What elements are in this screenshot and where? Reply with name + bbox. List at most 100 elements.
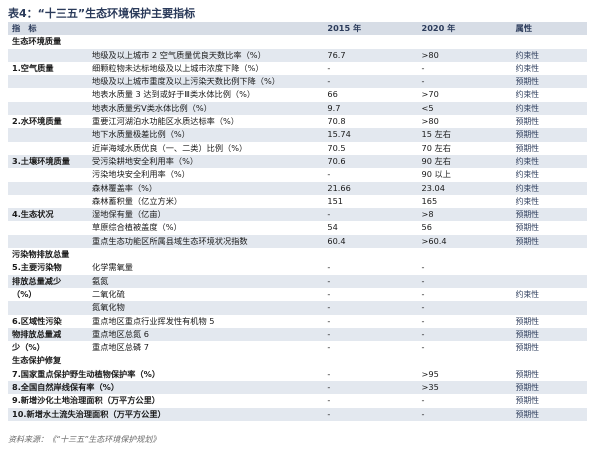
table-row: 6.区域性污染 重点地区重点行业挥发性有机物 5- - 预期性 — [8, 314, 587, 328]
attribute-cell: 预期性 — [511, 115, 587, 129]
value-2020: >70 — [417, 88, 512, 102]
category-cell — [8, 48, 89, 62]
category-cell: 排放总量减少 — [8, 274, 89, 288]
attribute-cell: 预期性 — [511, 128, 587, 142]
value-2020: - — [417, 301, 512, 315]
category-cell: 少（%） — [8, 341, 89, 355]
value-2020: - — [417, 394, 512, 408]
value-2020: <5 — [417, 101, 512, 116]
indicator-name: 地表水质量 3 达到或好于Ⅲ类水体比例（%） — [88, 88, 324, 102]
value-2020: >60.4 — [417, 234, 512, 249]
value-2020: 90 左右 — [417, 154, 512, 169]
indicator-name: 草原综合植被盖度（%） — [88, 221, 324, 235]
table-row: 地级及以上城市 2 空气质量优良天数比率（%） 76.7 >80 约束性 — [8, 48, 587, 62]
value-2015: 15.74 — [323, 128, 418, 142]
table-row: （%） 二氧化硫 - - 约束性 — [8, 287, 587, 302]
value-2015: - — [323, 341, 418, 355]
table-row: 地级及以上城市重度及以上污染天数比例下降（%） - - 预期性 — [8, 75, 587, 89]
section-heading: 生态保护修复 — [8, 354, 587, 368]
indicator-table: 指 标 2015 年 2020 年属性 生态环境质量 地级及以上城市 2 空气质量优良天… — [8, 22, 587, 421]
value-2015: 21.66 — [323, 181, 418, 195]
value-2020: 70 左右 — [417, 141, 512, 155]
attribute-cell: 预期性 — [511, 221, 587, 235]
category-cell: 4.生态状况 — [8, 208, 89, 222]
attribute-cell: 约束性 — [511, 48, 587, 62]
table-row: 地表水质量 3 达到或好于Ⅲ类水体比例（%） 66 >70 约束性 — [8, 88, 587, 102]
indicator-name: 化学需氧量 — [88, 261, 324, 275]
value-2015: - — [323, 407, 418, 421]
attribute-cell — [511, 261, 587, 275]
indicator-name: 氨氮 — [88, 274, 324, 288]
header-2015: 2015 年 — [323, 22, 418, 36]
value-2020: 56 — [417, 221, 512, 235]
category-cell: （%） — [8, 287, 89, 302]
attribute-cell: 预期性 — [511, 367, 587, 382]
table-row: 生态保护修复 — [8, 354, 587, 368]
attribute-cell: 预期性 — [511, 234, 587, 249]
category-cell — [8, 101, 89, 116]
indicator-name: 重点地区重点行业挥发性有机物 5 — [88, 314, 324, 328]
attribute-cell — [511, 301, 587, 315]
table-row: 7.国家重点保护野生动植物保护率（%） - >95 预期性 — [8, 367, 587, 382]
value-2015: 66 — [323, 88, 418, 102]
category-cell — [8, 128, 89, 142]
category-cell — [8, 141, 89, 155]
table-row: 指 标 2015 年 2020 年属性 — [8, 22, 587, 36]
table-row: 氮氧化物 - - — [8, 301, 587, 315]
category-cell — [8, 194, 89, 209]
table-row: 生态环境质量 — [8, 35, 587, 49]
category-cell — [8, 75, 89, 89]
table-row: 森林蓄积量（亿立方米） 151 165 约束性 — [8, 194, 587, 209]
value-2015: 70.5 — [323, 141, 418, 155]
attribute-cell: 约束性 — [511, 194, 587, 209]
value-2020: >35 — [417, 381, 512, 395]
attribute-cell: 预期性 — [511, 327, 587, 342]
value-2015: - — [323, 327, 418, 342]
value-2020: 90 以上 — [417, 168, 512, 182]
indicator-name: 森林蓄积量（亿立方米） — [88, 194, 324, 209]
header-indicator: 指 标 — [8, 22, 324, 36]
indicator-name: 重点地区总磷 7 — [88, 341, 324, 355]
value-2020: - — [417, 261, 512, 275]
indicator-name: 地表水质量劣Ⅴ类水体比例（%） — [88, 101, 324, 116]
table-row: 草原综合植被盖度（%） 54 56 预期性 — [8, 221, 587, 235]
attribute-cell: 约束性 — [511, 168, 587, 182]
table-row: 地表水质量劣Ⅴ类水体比例（%） 9.7 <5 约束性 — [8, 101, 587, 116]
table-row: 地下水质量极差比例（%） 15.74 15 左右 预期性 — [8, 128, 587, 142]
table-row: 8.全国自然岸线保有率（%） - >35 预期性 — [8, 381, 587, 395]
attribute-cell: 预期性 — [511, 208, 587, 222]
table-row: 排放总量减少 氨氮 - - — [8, 274, 587, 288]
value-2020: >80 — [417, 115, 512, 129]
table-row: 污染地块安全利用率（%） -90 以上 约束性 — [8, 168, 587, 182]
table-row: 4.生态状况 湿地保有量（亿亩） - >8 预期性 — [8, 208, 587, 222]
category-cell: 3.土壤环境质量 — [8, 154, 89, 169]
table-row: 1.空气质量 细颗粒物未达标地级及以上城市浓度下降（%） - - 约束性 — [8, 61, 587, 76]
value-2015: - — [323, 287, 418, 302]
attribute-cell: 预期性 — [511, 394, 587, 408]
table-row: 9.新增沙化土地治理面积（万平方公里） - - 预期性 — [8, 394, 587, 408]
table-row: 污染物排放总量 — [8, 248, 587, 262]
value-2015: - — [323, 261, 418, 275]
value-2015: 70.6 — [323, 154, 418, 169]
value-2020: >80 — [417, 48, 512, 62]
table-row: 2.水环境质量 重要江河湖泊水功能区水质达标率（%） 70.8 >80 预期性 — [8, 115, 587, 129]
value-2020: 15 左右 — [417, 128, 512, 142]
value-2015: - — [323, 394, 418, 408]
value-2020: >95 — [417, 367, 512, 382]
attribute-cell: 预期性 — [511, 407, 587, 421]
value-2020: - — [417, 327, 512, 342]
attribute-cell: 约束性 — [511, 88, 587, 102]
source-note: 资料来源：《“十三五”生态环境保护规划》 — [8, 435, 161, 444]
header-attribute: 属性 — [511, 22, 587, 36]
value-2015: - — [323, 367, 418, 382]
table-title: 表4：“十三五”生态环境保护主要指标 — [8, 7, 196, 20]
indicator-name: 地级及以上城市 2 空气质量优良天数比率（%） — [88, 48, 324, 62]
category-cell: 物排放总量减 — [8, 327, 89, 342]
category-cell — [8, 221, 89, 235]
value-2015: - — [323, 301, 418, 315]
value-2015: - — [323, 208, 418, 222]
attribute-cell: 预期性 — [511, 314, 587, 328]
value-2020: - — [417, 61, 512, 76]
value-2020: 23.04 — [417, 181, 512, 195]
value-2015: - — [323, 274, 418, 288]
